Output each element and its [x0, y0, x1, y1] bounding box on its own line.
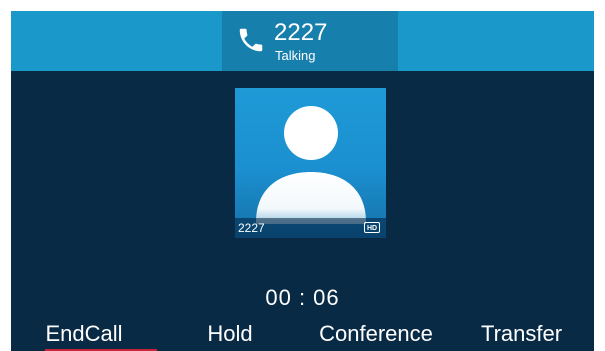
contact-name: 2227	[238, 221, 265, 235]
endcall-button[interactable]: EndCall	[11, 319, 157, 349]
call-status: Talking	[275, 48, 316, 63]
call-timer: 00 : 06	[265, 285, 340, 310]
person-avatar-icon	[256, 106, 366, 224]
transfer-button[interactable]: Transfer	[449, 319, 594, 349]
contact-card: 2227 HD	[235, 88, 386, 238]
hold-button[interactable]: Hold	[157, 319, 303, 349]
phone-screen: 2227 Talking 2227 HD 00 : 06 EndCall Hol…	[11, 11, 594, 351]
call-number: 2227	[274, 19, 328, 46]
softkey-bar: EndCall Hold Conference Transfer	[11, 311, 594, 351]
contact-card-footer: 2227 HD	[235, 218, 386, 238]
active-call-tab[interactable]: 2227 Talking	[222, 11, 398, 71]
top-bar: 2227 Talking	[11, 11, 594, 71]
phone-handset-icon	[239, 28, 263, 52]
hd-badge: HD	[364, 222, 380, 233]
conference-button[interactable]: Conference	[303, 319, 449, 349]
